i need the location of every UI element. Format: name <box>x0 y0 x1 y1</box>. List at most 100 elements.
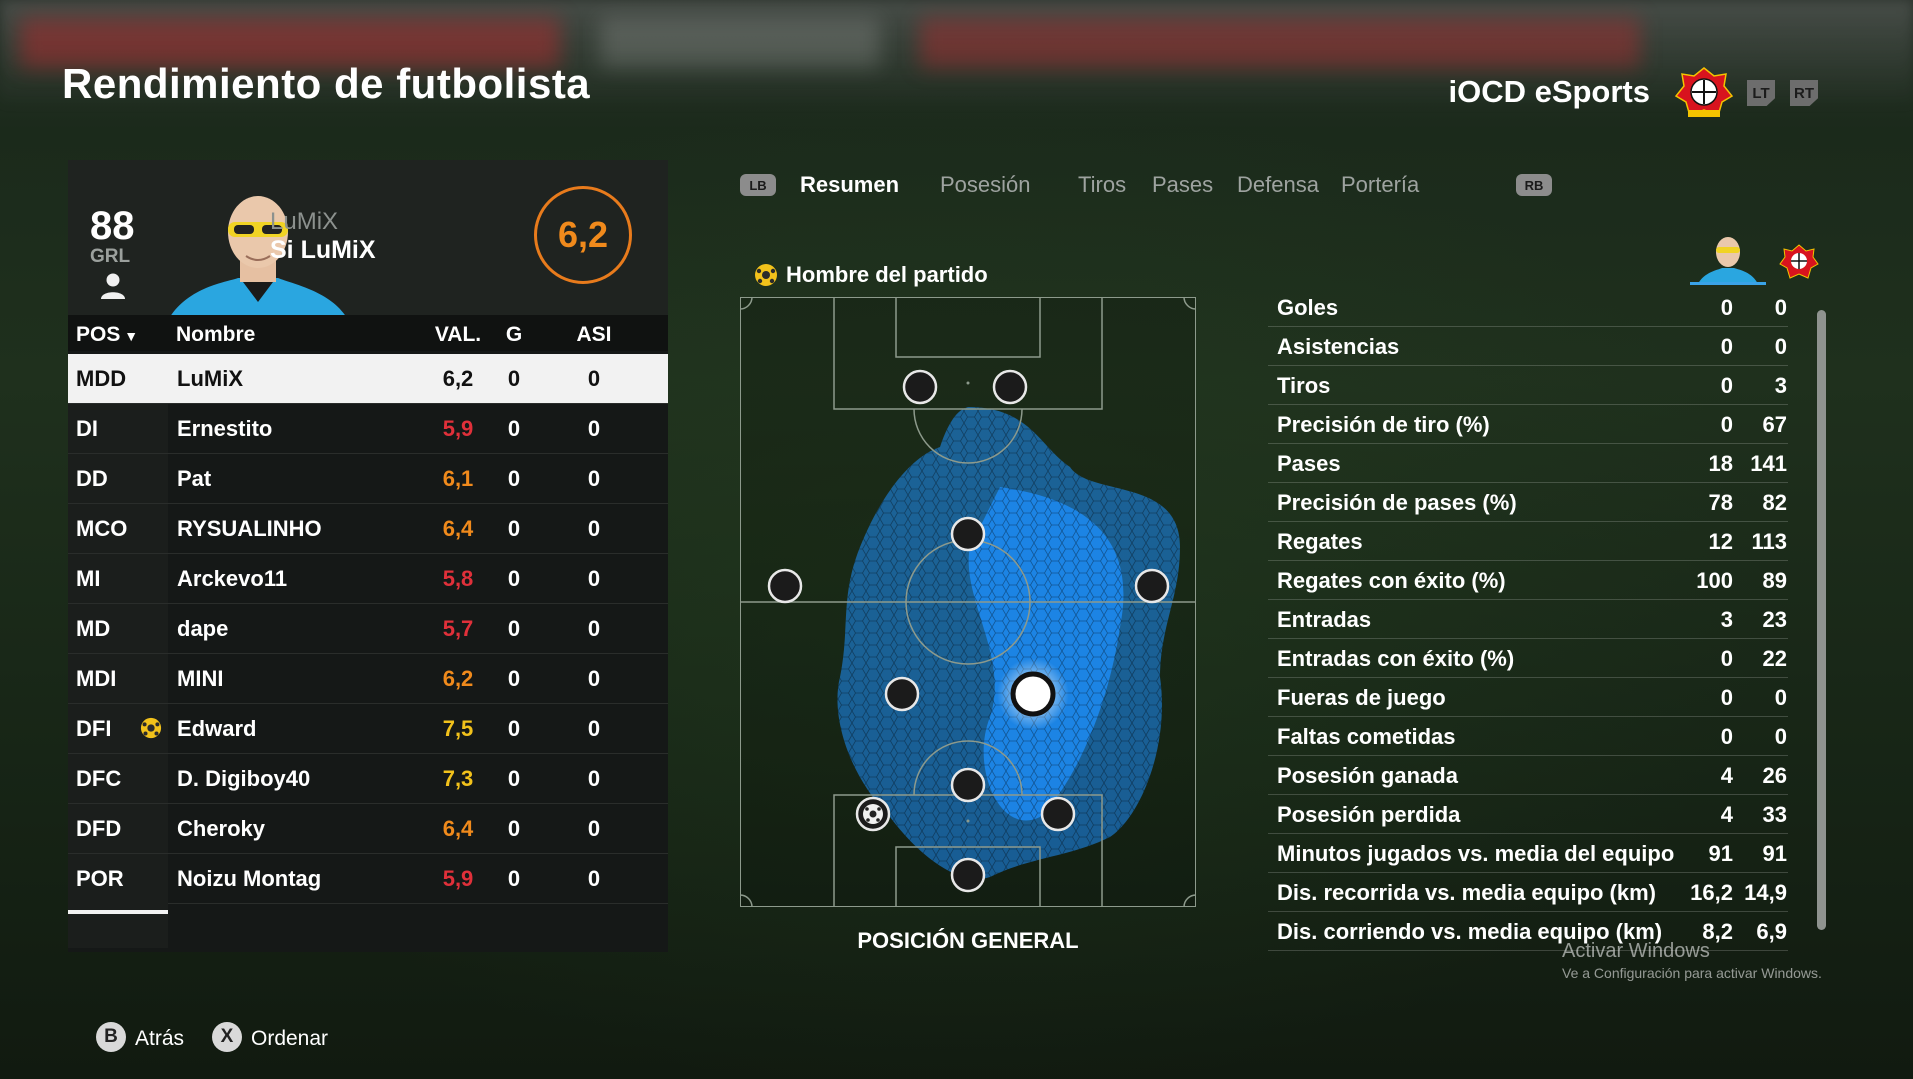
row-name: MINI <box>177 666 224 691</box>
lb-bumper-icon[interactable]: LB <box>740 174 776 196</box>
stat-team-value: 26 <box>1762 763 1787 788</box>
stat-team-value: 141 <box>1750 451 1787 476</box>
header-name[interactable]: Nombre <box>176 323 255 347</box>
stat-row: Precisión de tiro (%) 0 67 <box>1268 405 1788 444</box>
row-position: MCO <box>68 504 168 553</box>
table-row[interactable]: MCO RYSUALINHO 6,4 0 0 <box>68 504 668 554</box>
player-thumb-icon <box>1698 237 1758 284</box>
teammate-position-dot <box>767 568 803 604</box>
stats-scrollbar[interactable] <box>1817 310 1826 930</box>
header-asi[interactable]: ASI <box>568 323 620 347</box>
stat-player-value: 0 <box>1720 646 1733 671</box>
position-heatmap <box>740 297 1196 907</box>
row-assists: 0 <box>587 366 601 391</box>
row-rating: 6,2 <box>442 366 474 391</box>
stat-row: Goles 0 0 <box>1268 288 1788 327</box>
b-button-icon[interactable]: B <box>96 1022 126 1052</box>
table-row[interactable]: MDD LuMiX 6,2 0 0 <box>68 354 668 404</box>
stat-team-value: 89 <box>1762 568 1787 593</box>
stat-team-value: 22 <box>1762 646 1787 671</box>
table-row[interactable]: MDI MINI 6,2 0 0 <box>68 654 668 704</box>
sort-label[interactable]: Ordenar <box>251 1027 328 1051</box>
table-header: POS ▼ Nombre VAL. G ASI <box>68 315 668 351</box>
player-card: 88 GRL LuMiX Si LuMiX 6,2 <box>68 160 668 315</box>
rb-bumper-icon[interactable]: RB <box>1516 174 1552 196</box>
stat-player-value: 12 <box>1708 529 1733 554</box>
table-row[interactable]: DFI Edward 7,5 0 0 <box>68 704 668 754</box>
stat-row: Posesión perdida 4 33 <box>1268 795 1788 834</box>
player-list-panel: 88 GRL LuMiX Si LuMiX 6,2 POS ▼ Nombre V… <box>68 160 668 952</box>
header-val[interactable]: VAL. <box>422 323 494 347</box>
stat-row: Dis. recorrida vs. media equipo (km) 16,2… <box>1268 873 1788 912</box>
stadium-banner <box>600 18 880 68</box>
row-rating: 7,5 <box>442 716 474 741</box>
back-label[interactable]: Atrás <box>135 1027 184 1051</box>
row-rating: 5,8 <box>442 566 474 591</box>
table-row[interactable]: MI Arckevo11 5,8 0 0 <box>68 554 668 604</box>
stat-label: Regates <box>1277 529 1363 554</box>
stat-label: Minutos jugados vs. media del equipo <box>1277 841 1675 866</box>
stat-row: Faltas cometidas 0 0 <box>1268 717 1788 756</box>
stat-team-value: 0 <box>1774 685 1787 710</box>
stat-player-value: 100 <box>1696 568 1733 593</box>
stat-label: Dis. recorrida vs. media equipo (km) <box>1277 880 1657 905</box>
stat-player-value: 18 <box>1708 451 1733 476</box>
motm-ball-icon <box>755 264 777 286</box>
row-position: DI <box>68 404 168 453</box>
row-position: DD <box>68 454 168 503</box>
stat-player-value: 4 <box>1720 802 1733 827</box>
stat-row: Regates 12 113 <box>1268 522 1788 561</box>
stat-row: Entradas 3 23 <box>1268 600 1788 639</box>
stat-team-value: 113 <box>1751 529 1788 554</box>
tab-defensa[interactable]: Defensa <box>1237 172 1319 198</box>
tab-tiros[interactable]: Tiros <box>1078 172 1126 198</box>
table-row[interactable]: MD dape 5,7 0 0 <box>68 604 668 654</box>
row-goals: 0 <box>507 816 521 841</box>
player-table-body: MDD LuMiX 6,2 0 0 DI Ernestito 5,9 0 0 DD Pat 6,1 0 0 M… <box>68 354 668 904</box>
stat-player-value: 0 <box>1720 295 1733 320</box>
table-row[interactable]: DD Pat 6,1 0 0 <box>68 454 668 504</box>
row-position: MI <box>68 554 168 603</box>
x-button-icon[interactable]: X <box>212 1022 242 1052</box>
row-rating: 5,9 <box>442 866 474 891</box>
stadium-banner <box>920 18 1640 68</box>
row-position: MD <box>68 604 168 653</box>
stat-player-value: 0 <box>1720 685 1733 710</box>
player-overall: 88 <box>90 204 135 248</box>
row-assists: 0 <box>587 866 601 891</box>
stat-label: Regates con éxito (%) <box>1277 568 1506 593</box>
table-row[interactable]: DFD Cheroky 6,4 0 0 <box>68 804 668 854</box>
stat-label: Precisión de tiro (%) <box>1277 412 1490 437</box>
tab-resumen[interactable]: Resumen <box>800 172 899 198</box>
stat-label: Posesión perdida <box>1277 802 1461 827</box>
row-goals: 0 <box>507 666 521 691</box>
stat-row: Entradas con éxito (%) 0 22 <box>1268 639 1788 678</box>
selected-player-dot <box>1010 671 1056 717</box>
tab-posesion[interactable]: Posesión <box>940 172 1031 198</box>
stat-row: Minutos jugados vs. media del equipo 91 91 <box>1268 834 1788 873</box>
row-assists: 0 <box>587 816 601 841</box>
stat-label: Tiros <box>1277 373 1331 398</box>
stat-label: Pases <box>1277 451 1341 476</box>
stat-team-value: 0 <box>1774 334 1787 359</box>
row-name: Arckevo11 <box>177 566 288 591</box>
stat-team-value: 67 <box>1762 412 1787 437</box>
team-name: iOCD eSports <box>1448 74 1650 109</box>
header-pos[interactable]: POS ▼ <box>76 323 138 347</box>
motm-ball-icon <box>140 717 162 739</box>
team-crest-icon <box>1779 244 1819 279</box>
stat-team-value: 0 <box>1774 724 1787 749</box>
tab-pases[interactable]: Pases <box>1152 172 1213 198</box>
row-assists: 0 <box>587 616 601 641</box>
table-row[interactable]: DFC D. Digiboy40 7,3 0 0 <box>68 754 668 804</box>
row-goals: 0 <box>507 716 521 741</box>
stat-team-value: 91 <box>1762 841 1787 866</box>
row-assists: 0 <box>587 716 601 741</box>
stats-list: Goles 0 0 Asistencias 0 0 Tiros 0 3 Precisión de … <box>1268 288 1788 951</box>
table-row[interactable]: DI Ernestito 5,9 0 0 <box>68 404 668 454</box>
row-goals: 0 <box>507 566 521 591</box>
row-goals: 0 <box>507 766 521 791</box>
tab-porteria[interactable]: Portería <box>1341 172 1419 198</box>
header-g[interactable]: G <box>494 323 534 347</box>
row-position: MDD <box>68 354 168 403</box>
